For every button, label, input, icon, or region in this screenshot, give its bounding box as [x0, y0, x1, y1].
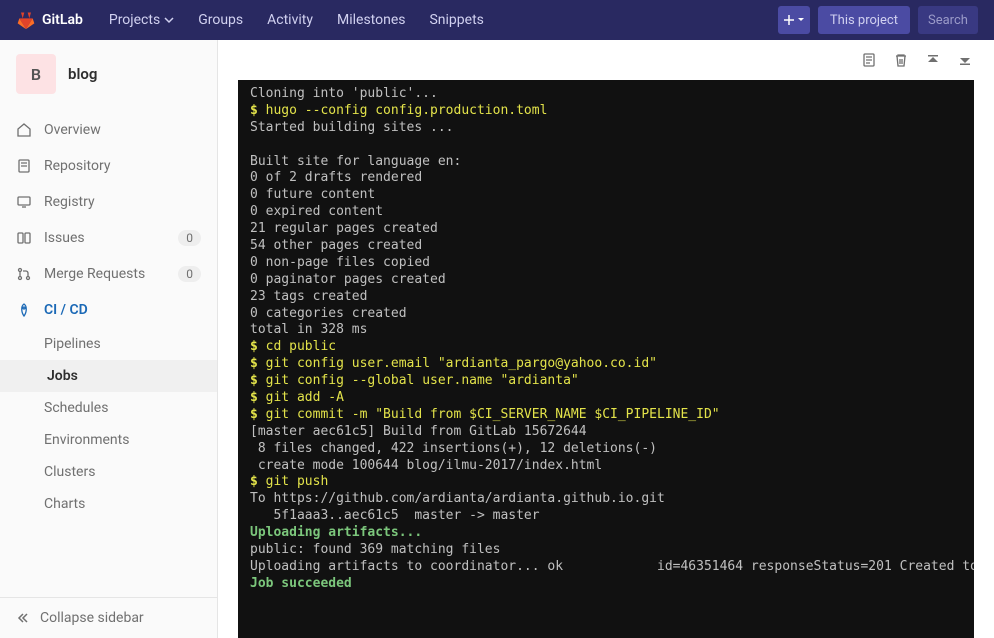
erase-button[interactable]	[892, 51, 910, 69]
sidebar-item-repository[interactable]: Repository	[0, 148, 217, 184]
sidebar-item-registry[interactable]: Registry	[0, 184, 217, 220]
main-content: Cloning into 'public'... $ hugo --config…	[218, 40, 994, 638]
chevron-down-icon	[164, 15, 174, 25]
sidebar-sub-pipelines[interactable]: Pipelines	[0, 328, 217, 360]
plus-icon	[783, 14, 795, 26]
home-icon	[16, 122, 32, 138]
scroll-top-icon	[926, 53, 940, 67]
search-input[interactable]: Search	[918, 6, 978, 34]
sidebar-sub-environments[interactable]: Environments	[0, 424, 217, 456]
project-header[interactable]: B blog	[0, 40, 217, 108]
nav-activity[interactable]: Activity	[257, 4, 323, 36]
mr-count-badge: 0	[178, 266, 201, 282]
nav-groups[interactable]: Groups	[188, 4, 253, 36]
document-text-icon	[861, 52, 877, 68]
monitor-icon	[16, 194, 32, 210]
job-toolbar	[218, 40, 994, 80]
sidebar-sub-charts[interactable]: Charts	[0, 488, 217, 520]
search-scope-button[interactable]: This project	[818, 6, 910, 34]
top-header: GitLab Projects Groups Activity Mileston…	[0, 0, 994, 40]
project-avatar: B	[16, 54, 56, 94]
sidebar-sub-clusters[interactable]: Clusters	[0, 456, 217, 488]
brand-name: GitLab	[42, 12, 83, 28]
gitlab-logo[interactable]: GitLab	[16, 10, 83, 30]
caret-down-icon	[797, 16, 805, 24]
trash-icon	[893, 52, 909, 68]
issues-count-badge: 0	[178, 230, 201, 246]
sidebar-item-cicd[interactable]: CI / CD	[0, 292, 217, 328]
sidebar-sub-schedules[interactable]: Schedules	[0, 392, 217, 424]
merge-icon	[16, 266, 32, 282]
document-icon	[16, 158, 32, 174]
show-raw-button[interactable]	[860, 51, 878, 69]
sidebar: B blog Overview Repository Registry	[0, 40, 218, 638]
sidebar-item-issues[interactable]: Issues 0	[0, 220, 217, 256]
nav-projects[interactable]: Projects	[99, 4, 184, 36]
sidebar-item-merge-requests[interactable]: Merge Requests 0	[0, 256, 217, 292]
scroll-bottom-icon	[958, 53, 972, 67]
job-log-terminal[interactable]: Cloning into 'public'... $ hugo --config…	[238, 80, 974, 638]
rocket-icon	[16, 302, 32, 318]
nav-milestones[interactable]: Milestones	[327, 4, 416, 36]
collapse-sidebar-button[interactable]: Collapse sidebar	[0, 597, 217, 638]
scroll-bottom-button[interactable]	[956, 51, 974, 69]
scroll-top-button[interactable]	[924, 51, 942, 69]
sidebar-item-overview[interactable]: Overview	[0, 112, 217, 148]
chevron-left-icon	[16, 611, 30, 625]
nav-snippets[interactable]: Snippets	[419, 4, 493, 36]
project-name: blog	[68, 65, 97, 83]
gitlab-icon	[16, 10, 36, 30]
sidebar-sub-jobs[interactable]: Jobs	[0, 360, 217, 392]
add-button[interactable]	[778, 6, 810, 34]
issues-icon	[16, 230, 32, 246]
header-nav: Projects Groups Activity Milestones Snip…	[99, 4, 494, 36]
